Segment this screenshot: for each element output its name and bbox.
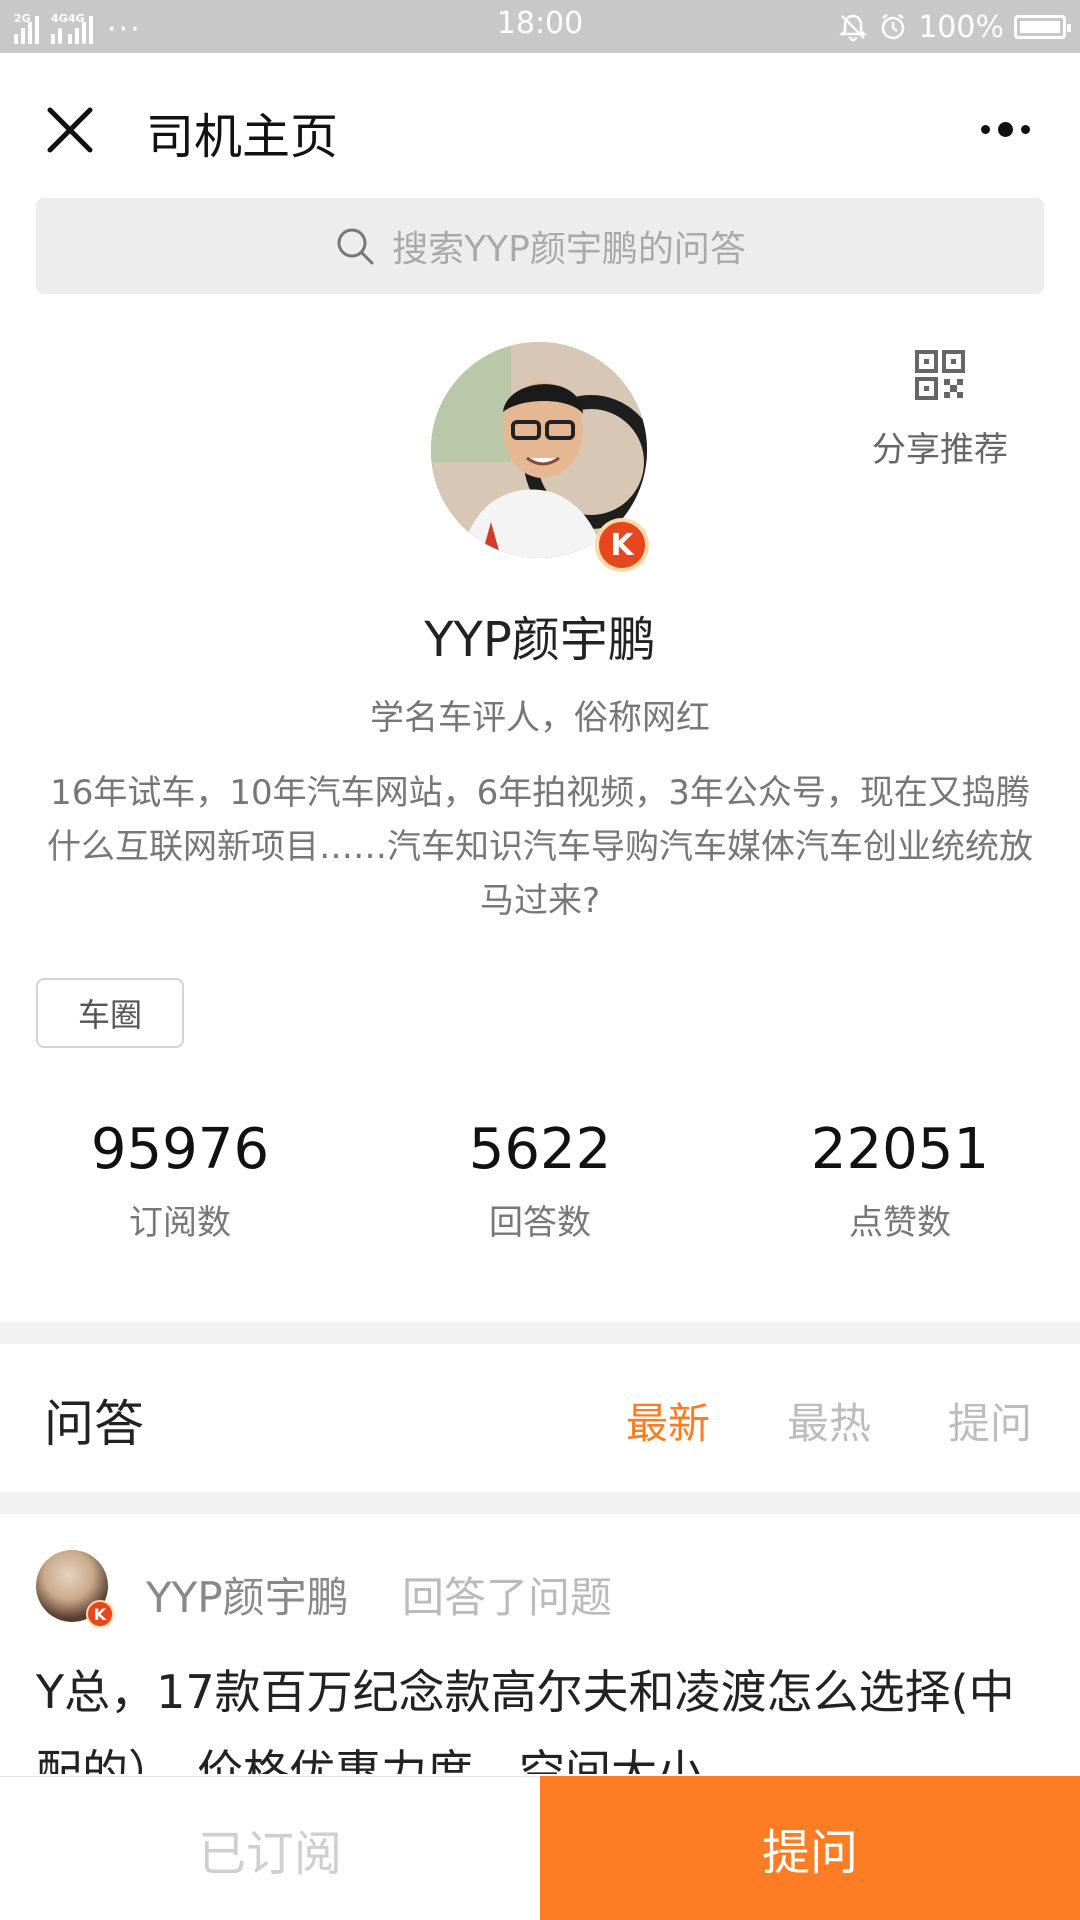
section-divider <box>0 1492 1080 1514</box>
qa-author[interactable]: YYP颜宇鹏 <box>146 1564 349 1625</box>
close-icon <box>47 107 93 153</box>
stat-value: 5622 <box>468 1117 612 1182</box>
stat-label: 点赞数 <box>849 1203 951 1243</box>
avatar[interactable]: K <box>36 1550 114 1628</box>
share-label: 分享推荐 <box>872 430 1008 470</box>
tab-hot[interactable]: 最热 <box>787 1390 871 1451</box>
profile-avatar[interactable]: K <box>431 342 649 572</box>
search-bar[interactable]: 搜索YYP颜宇鹏的问答 <box>36 198 1044 294</box>
list-item[interactable]: K YYP颜宇鹏 回答了问题 Y总，17款百万纪念款高尔夫和凌渡怎么选择(中配的… <box>0 1514 1080 1774</box>
stat-subscribers[interactable]: 95976 订阅数 <box>0 1110 360 1260</box>
share-button[interactable]: 分享推荐 <box>860 350 1020 471</box>
bottom-action-bar: 已订阅 提问 <box>0 1776 1080 1920</box>
qa-section-header: 问答 最新 最热 提问 <box>0 1344 1080 1492</box>
qa-title: 问答 <box>44 1395 144 1453</box>
close-button[interactable] <box>40 100 100 160</box>
alarm-icon <box>881 14 905 40</box>
stat-label: 订阅数 <box>129 1203 231 1243</box>
search-placeholder: 搜索YYP颜宇鹏的问答 <box>392 229 746 270</box>
stat-answers[interactable]: 5622 回答数 <box>360 1110 720 1260</box>
stat-value: 22051 <box>810 1117 990 1182</box>
subscribed-button[interactable]: 已订阅 <box>0 1776 540 1920</box>
verified-badge: K <box>595 518 649 572</box>
tag-chip[interactable]: 车圈 <box>36 978 184 1048</box>
battery-percent: 100% <box>918 9 1004 45</box>
mute-icon <box>839 14 868 42</box>
section-divider <box>0 1322 1080 1344</box>
tab-latest[interactable]: 最新 <box>626 1390 710 1451</box>
ask-question-button[interactable]: 提问 <box>540 1776 1080 1920</box>
stat-value: 95976 <box>90 1117 270 1182</box>
status-right: 100% <box>838 8 1071 46</box>
qr-code-icon <box>915 350 965 400</box>
profile-name: YYP颜宇鹏 <box>424 612 656 668</box>
qa-action: 回答了问题 <box>402 1573 613 1622</box>
battery-icon <box>1014 15 1071 39</box>
more-icon <box>980 121 1030 137</box>
more-button[interactable] <box>970 109 1040 149</box>
stat-label: 回答数 <box>489 1203 591 1243</box>
stat-likes[interactable]: 22051 点赞数 <box>720 1110 1080 1260</box>
profile-subtitle: 学名车评人，俗称网红 <box>370 698 710 738</box>
search-icon <box>337 228 374 265</box>
qa-question[interactable]: Y总，17款百万纪念款高尔夫和凌渡怎么选择(中配的），价格优惠力度，空间大小 <box>36 1652 1036 1774</box>
top-nav: 司机主页 <box>0 53 1080 198</box>
tab-ask[interactable]: 提问 <box>948 1390 1032 1451</box>
page-title: 司机主页 <box>146 109 339 165</box>
verified-badge: K <box>86 1600 114 1628</box>
stats-row: 95976 订阅数 5622 回答数 22051 点赞数 <box>0 1110 1080 1260</box>
status-bar: 2G 4G 4G ··· 18:00 100% <box>0 0 1080 53</box>
profile-bio: 16年试车，10年汽车网站，6年拍视频，3年公众号，现在又捣腾什么互联网新项目…… <box>47 773 1033 921</box>
